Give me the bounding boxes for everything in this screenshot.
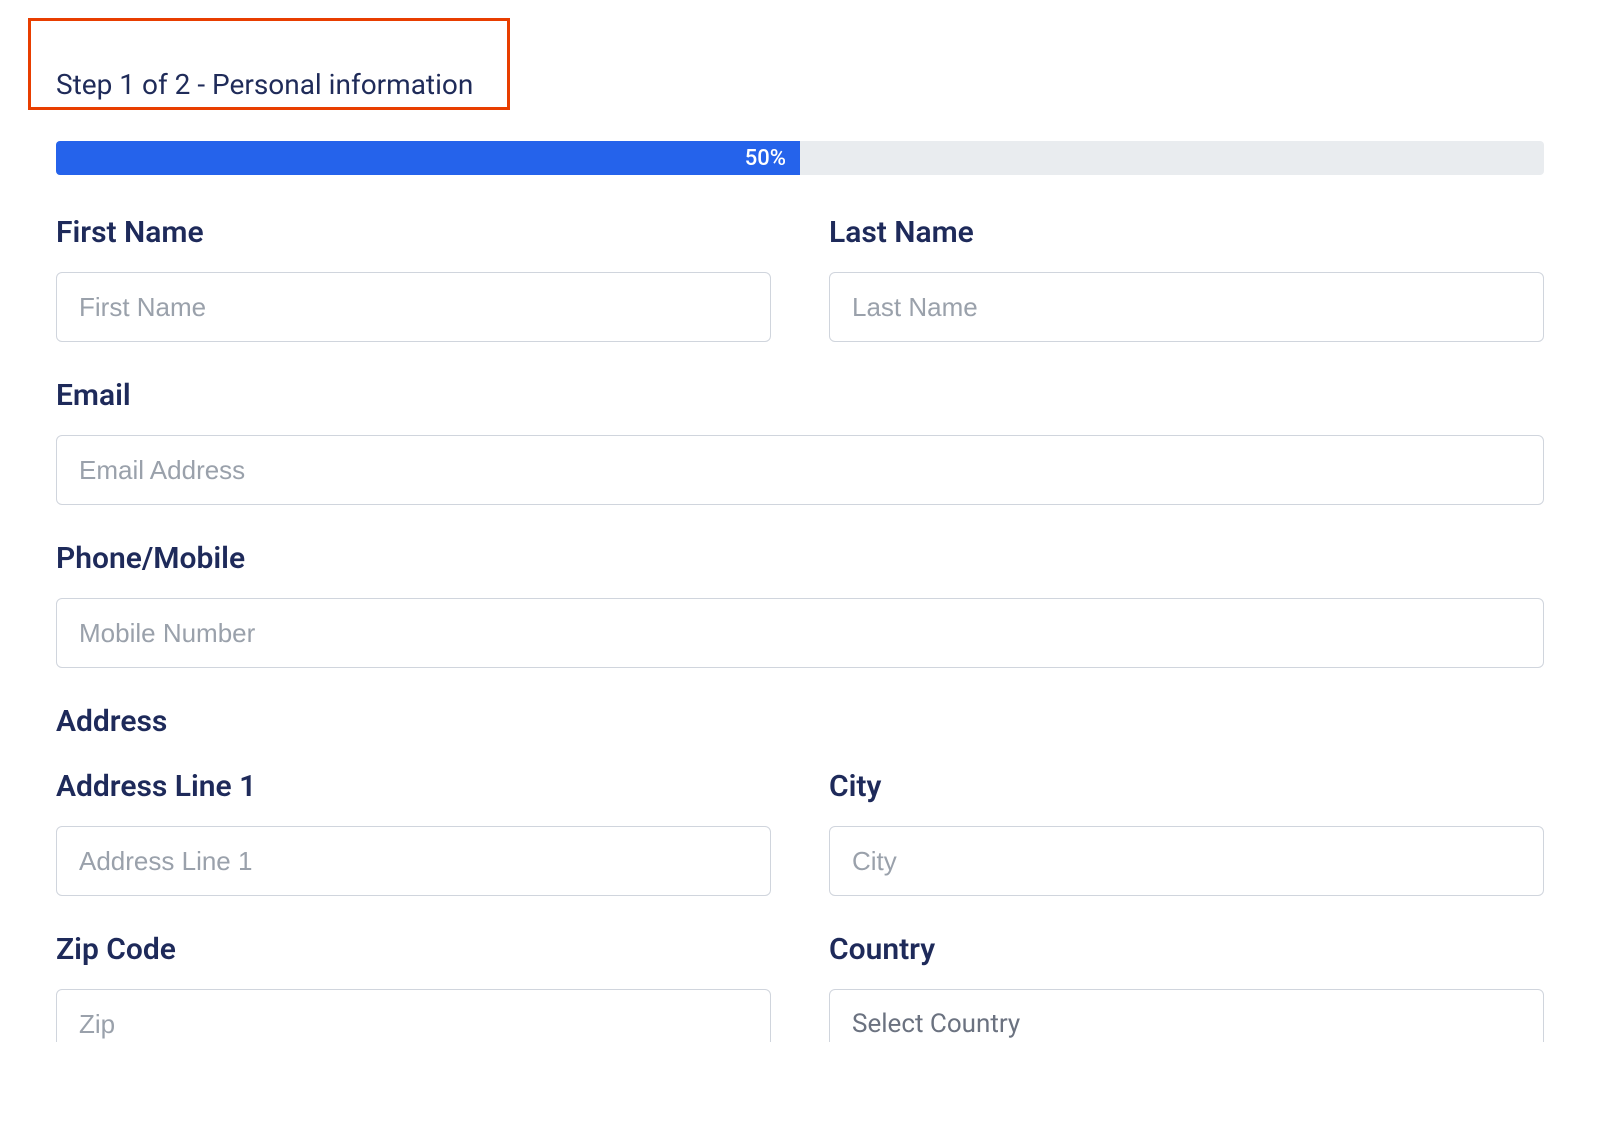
first-name-label: First Name <box>56 215 771 250</box>
phone-input[interactable] <box>56 598 1544 668</box>
last-name-input[interactable] <box>829 272 1544 342</box>
email-input[interactable] <box>56 435 1544 505</box>
country-select[interactable]: Select Country <box>829 989 1544 1042</box>
city-label: City <box>829 769 1544 804</box>
phone-label: Phone/Mobile <box>56 541 1544 576</box>
progress-fill: 50% <box>56 141 800 175</box>
email-label: Email <box>56 378 1544 413</box>
country-select-value: Select Country <box>852 1009 1020 1039</box>
progress-container: 50% <box>56 141 1544 175</box>
step-header-wrapper: Step 1 of 2 - Personal information <box>0 0 1600 133</box>
address1-input[interactable] <box>56 826 771 896</box>
city-input[interactable] <box>829 826 1544 896</box>
last-name-label: Last Name <box>829 215 1544 250</box>
address-section-heading: Address <box>56 704 1544 739</box>
address1-label: Address Line 1 <box>56 769 771 804</box>
zip-input[interactable] <box>56 989 771 1042</box>
first-name-input[interactable] <box>56 272 771 342</box>
progress-percent-label: 50% <box>745 146 786 171</box>
zip-label: Zip Code <box>56 932 771 967</box>
form-container: First Name Last Name Email Phone/Mobile … <box>0 215 1600 1042</box>
step-indicator: Step 1 of 2 - Personal information <box>0 0 1600 133</box>
country-label: Country <box>829 932 1544 967</box>
progress-track: 50% <box>56 141 1544 175</box>
